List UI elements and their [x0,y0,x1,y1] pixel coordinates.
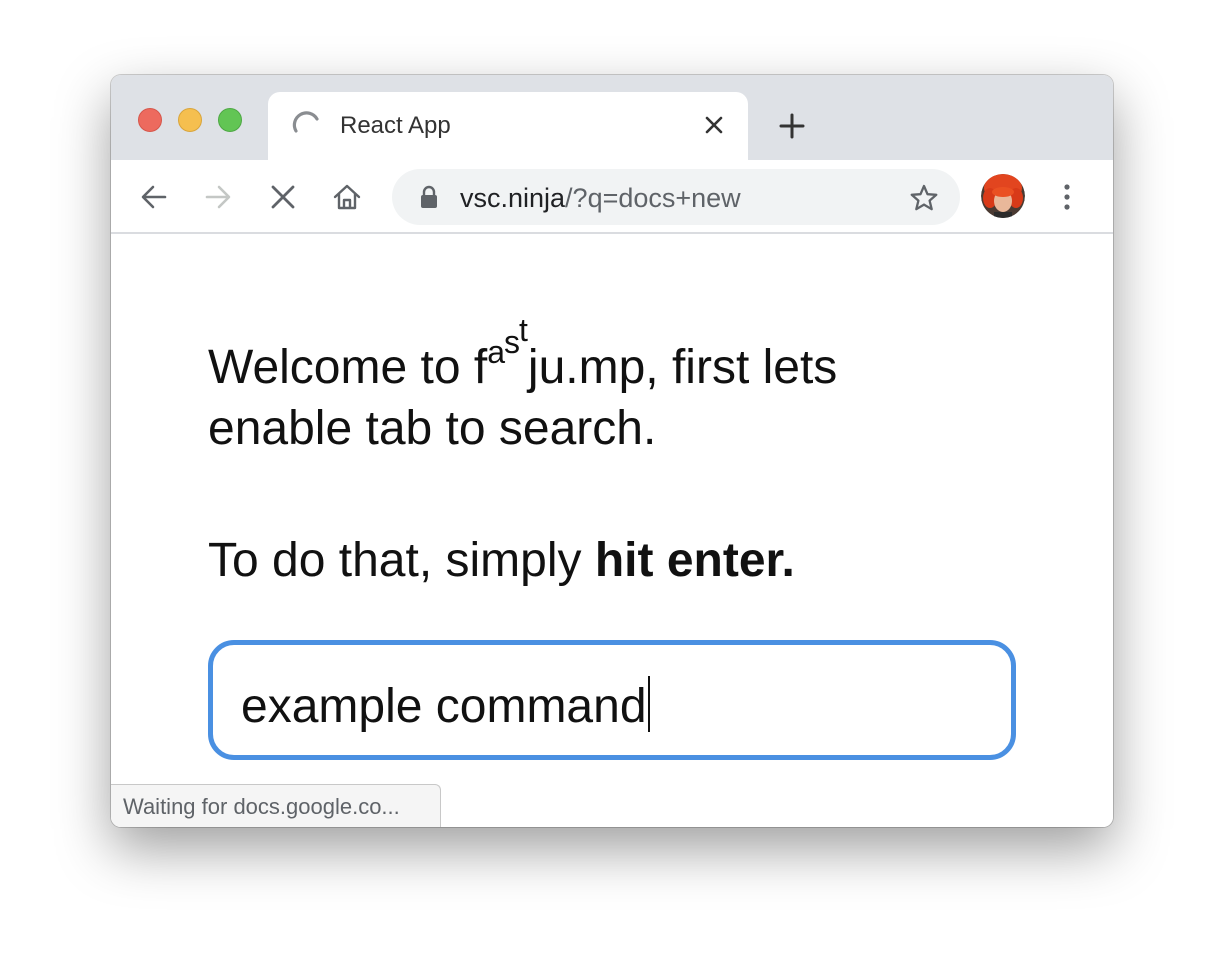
browser-window: React App vsc.ninja/?q=docs+new Welcome … [111,75,1113,827]
command-input[interactable]: example command [208,640,1016,760]
forward-button[interactable] [203,182,233,212]
instruction-emphasis: hit enter. [594,534,795,587]
back-button[interactable] [139,182,169,212]
instruction-text: To do that, simply hit enter. [208,531,795,591]
browser-menu-button[interactable] [1057,182,1077,212]
status-text: Waiting for docs.google.co... [123,794,400,819]
bookmark-star-icon[interactable] [909,183,939,213]
page-content: Welcome to fastju.mp, first lets enable … [111,234,1113,827]
url-host: vsc.ninja [460,183,566,213]
command-input-value[interactable]: example command [241,676,650,734]
brand-fast: fast [473,312,528,394]
window-close-button[interactable] [138,108,162,132]
instruction-prefix: To do that, simply [208,534,595,587]
status-bubble: Waiting for docs.google.co... [111,784,441,827]
text-caret [647,676,650,732]
address-bar[interactable]: vsc.ninja/?q=docs+new [392,169,960,225]
tab-react-app[interactable]: React App [268,92,748,160]
lock-icon[interactable] [418,185,440,209]
welcome-prefix: Welcome to [208,341,474,394]
home-button[interactable] [332,182,362,212]
welcome-message: Welcome to fastju.mp, first lets enable … [208,312,968,459]
url-path: /?q=docs+new [565,183,741,213]
window-zoom-button[interactable] [218,108,242,132]
tab-close-icon[interactable] [702,113,726,137]
profile-avatar[interactable] [981,174,1025,218]
tab-strip: React App [111,75,1113,160]
stop-button[interactable] [268,182,298,212]
url-text[interactable]: vsc.ninja/?q=docs+new [460,183,741,213]
browser-toolbar: vsc.ninja/?q=docs+new [111,160,1113,234]
new-tab-button[interactable] [778,112,806,140]
window-minimize-button[interactable] [178,108,202,132]
tab-title: React App [340,112,451,139]
loading-spinner-icon [292,111,319,133]
